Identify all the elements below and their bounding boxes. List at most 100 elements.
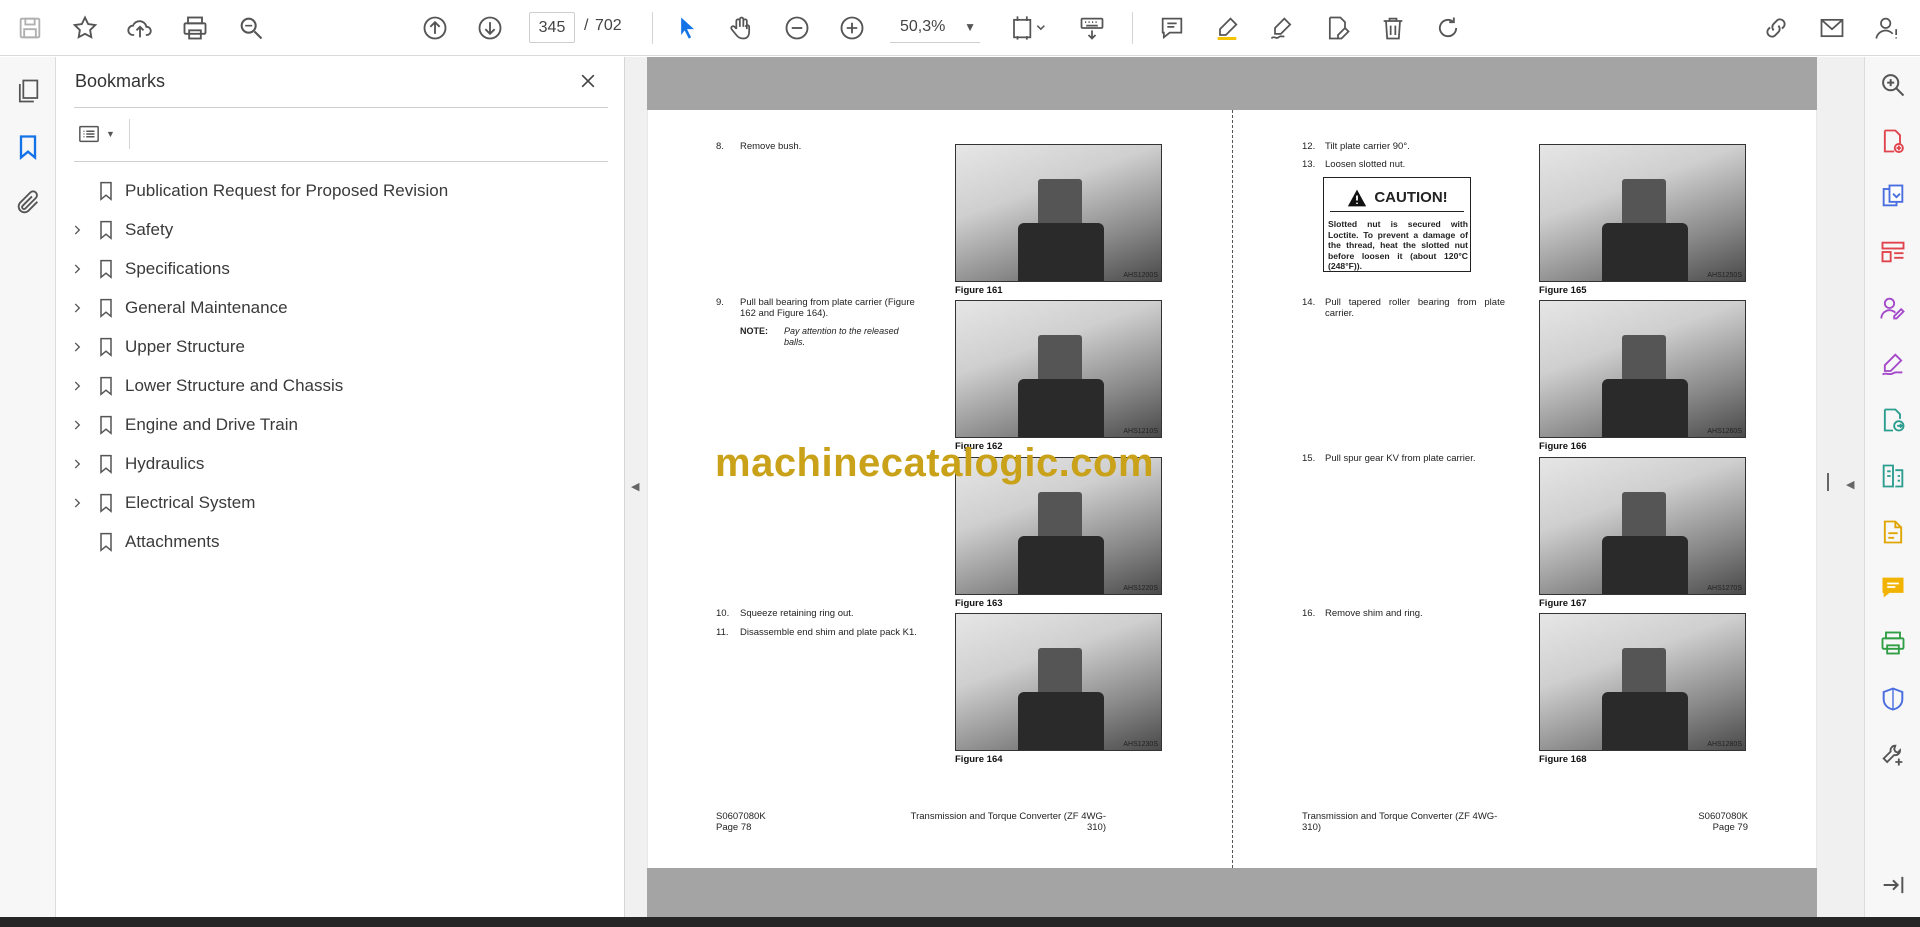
zoom-in-icon[interactable]: [834, 10, 870, 46]
share-link-icon[interactable]: [1758, 10, 1794, 46]
rotate-icon[interactable]: [1430, 10, 1466, 46]
bookmark-icon: [100, 298, 112, 318]
splitter-handle[interactable]: [1827, 473, 1829, 491]
page-down-icon[interactable]: [472, 10, 508, 46]
bookmark-item[interactable]: Engine and Drive Train: [56, 405, 625, 444]
zoom-tool-icon[interactable]: [1877, 69, 1909, 101]
bookmark-item[interactable]: Safety: [56, 210, 625, 249]
protect-icon[interactable]: [1877, 683, 1909, 715]
figure-image: AHS1280S: [1539, 613, 1746, 751]
fit-page-icon[interactable]: [1004, 10, 1052, 46]
zoom-out-icon[interactable]: [779, 10, 815, 46]
chevron-right-icon[interactable]: [70, 457, 84, 471]
find-icon[interactable]: [233, 10, 269, 46]
edit-pdf-icon[interactable]: [1320, 10, 1356, 46]
chevron-right-icon[interactable]: [70, 301, 84, 315]
hand-icon[interactable]: [723, 10, 759, 46]
step-text: Remove shim and ring.: [1325, 608, 1423, 619]
select-cursor-icon[interactable]: [669, 10, 705, 46]
toolbar-divider: [1132, 12, 1133, 44]
expand-tools-icon[interactable]: [1877, 869, 1909, 901]
bookmark-item[interactable]: Electrical System: [56, 483, 625, 522]
save-icon[interactable]: [12, 10, 48, 46]
step-number: 10.: [716, 608, 730, 619]
print-production-icon[interactable]: [1877, 627, 1909, 659]
figure-caption: Figure 161: [955, 285, 1003, 296]
close-icon[interactable]: [576, 69, 600, 93]
footer-page: Page 79: [1712, 822, 1748, 833]
bookmark-item[interactable]: Upper Structure: [56, 327, 625, 366]
chevron-right-icon[interactable]: [70, 340, 84, 354]
compare-files-icon[interactable]: [1877, 460, 1909, 492]
bookmark-item[interactable]: Hydraulics: [56, 444, 625, 483]
warning-icon: [1348, 189, 1367, 206]
bookmarks-panel: Bookmarks ▼ Publication Request for Prop…: [56, 57, 625, 917]
bookmark-item[interactable]: Specifications: [56, 249, 625, 288]
figure-caption: Figure 165: [1539, 285, 1587, 296]
comment-tool-icon[interactable]: [1877, 571, 1909, 603]
chevron-right-icon[interactable]: [70, 262, 84, 276]
collapse-right-panel-button[interactable]: ◀: [1817, 57, 1864, 917]
figure-caption: Figure 164: [955, 754, 1003, 765]
bookmark-label: Hydraulics: [125, 454, 205, 473]
figure-image: AHS1270S: [1539, 457, 1746, 595]
page-up-icon[interactable]: [417, 10, 453, 46]
collapse-left-panel-button[interactable]: ◀: [625, 57, 647, 917]
figure-code: AHS1280S: [1707, 741, 1742, 748]
bookmark-list: Publication Request for Proposed Revisio…: [56, 171, 625, 561]
bookmark-item[interactable]: General Maintenance: [56, 288, 625, 327]
main-toolbar: 345 / 702 50,3% ▼: [0, 0, 1920, 56]
send-for-review-icon[interactable]: [1877, 404, 1909, 436]
scan-ocr-icon[interactable]: [1877, 516, 1909, 548]
step-number: 13.: [1302, 159, 1316, 170]
figure-code: AHS1220S: [1123, 585, 1158, 592]
keyboard-icon[interactable]: [1074, 10, 1110, 46]
chevron-left-icon: ◀: [1846, 479, 1855, 491]
bookmark-icon: [100, 376, 112, 396]
organize-pages-icon[interactable]: [1877, 236, 1909, 268]
chevron-right-icon[interactable]: [70, 418, 84, 432]
export-pdf-icon[interactable]: [1877, 180, 1909, 212]
chevron-down-icon: ▼: [964, 20, 976, 34]
page-number-input[interactable]: 345: [529, 12, 575, 43]
caution-header: CAUTION!: [1330, 184, 1464, 212]
star-icon[interactable]: [67, 10, 103, 46]
bookmark-item[interactable]: Lower Structure and Chassis: [56, 366, 625, 405]
bookmark-label: Attachments: [125, 532, 220, 551]
chevron-right-icon[interactable]: [70, 496, 84, 510]
bookmark-label: Lower Structure and Chassis: [125, 376, 344, 395]
request-signature-icon[interactable]: [1877, 292, 1909, 324]
bookmark-options-button[interactable]: ▼: [76, 121, 120, 147]
more-tools-icon[interactable]: [1877, 739, 1909, 771]
page-separator: /: [584, 17, 589, 34]
sign-icon[interactable]: [1264, 10, 1300, 46]
comment-icon[interactable]: [1154, 10, 1190, 46]
bookmark-item[interactable]: Attachments: [56, 522, 625, 561]
print-icon[interactable]: [177, 10, 213, 46]
bookmark-icon: [100, 220, 112, 240]
bookmark-label: Publication Request for Proposed Revisio…: [125, 181, 449, 200]
mail-icon[interactable]: [1814, 10, 1850, 46]
bookmark-label: Safety: [125, 220, 174, 239]
attachments-icon[interactable]: [12, 187, 44, 219]
chevron-right-icon[interactable]: [70, 379, 84, 393]
page-thumbnails-icon[interactable]: [12, 75, 44, 107]
zoom-level-select[interactable]: 50,3% ▼: [890, 12, 980, 43]
highlight-icon[interactable]: [1209, 10, 1245, 46]
step-number: 8.: [716, 141, 724, 152]
figure-code: AHS1200S: [1123, 272, 1158, 279]
chevron-right-icon[interactable]: [70, 223, 84, 237]
bookmark-item[interactable]: Publication Request for Proposed Revisio…: [56, 171, 625, 210]
step-number: 16.: [1302, 608, 1316, 619]
bookmark-label: Upper Structure: [125, 337, 245, 356]
upload-icon[interactable]: [122, 10, 158, 46]
fill-sign-icon[interactable]: [1877, 348, 1909, 380]
tools-rail: [1864, 57, 1920, 917]
account-icon[interactable]: [1870, 10, 1906, 46]
create-pdf-icon[interactable]: [1877, 125, 1909, 157]
bookmarks-panel-title: Bookmarks: [75, 71, 166, 91]
bookmarks-icon[interactable]: [12, 131, 44, 163]
delete-icon[interactable]: [1375, 10, 1411, 46]
bookmark-icon: [100, 454, 112, 474]
zoom-level-value: 50,3%: [900, 18, 946, 35]
